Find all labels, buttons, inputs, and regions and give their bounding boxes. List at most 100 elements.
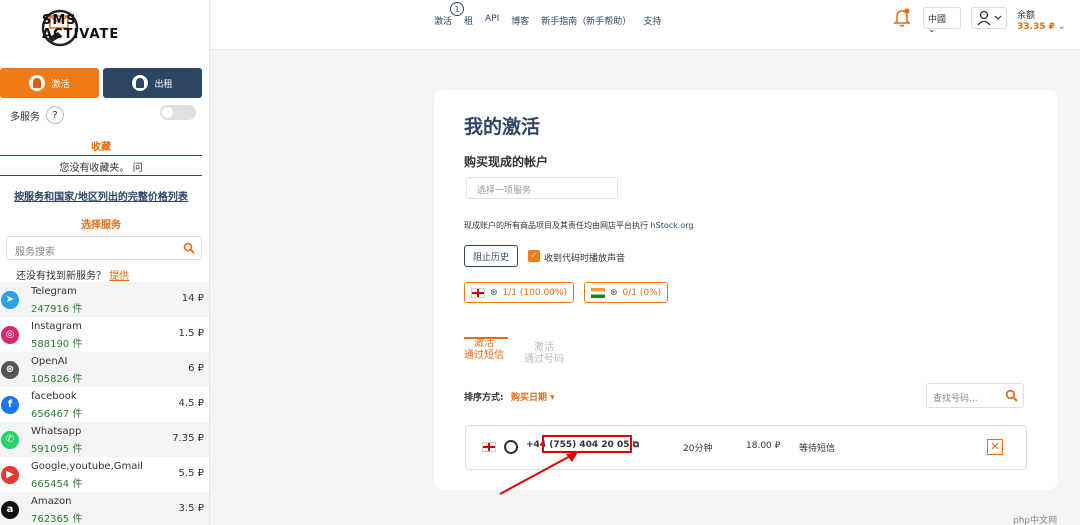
- service-count: 105826 件: [31, 374, 83, 385]
- service-item[interactable]: ➤ Telegram 247916 件 14 ₽: [0, 282, 209, 317]
- openai-icon: ⊛: [1, 360, 19, 379]
- not-found-prompt: 还没有找到新服务？ 提供: [16, 267, 129, 282]
- service-count: 247916 件: [31, 304, 83, 315]
- tab-num-line1: 激活: [534, 342, 554, 353]
- tab-activate-by-number[interactable]: 激活 通过号码: [524, 342, 564, 366]
- tab-rent-label: 出租: [154, 79, 173, 90]
- nav-item[interactable]: 支持: [643, 14, 661, 27]
- service-count: 591095 件: [31, 444, 83, 455]
- stat-england-value: 1/1 (100.00%): [502, 287, 567, 298]
- service-search-placeholder: 服务搜索: [15, 247, 55, 258]
- nav-item[interactable]: 博客: [511, 14, 529, 27]
- sort-value: 购买日期: [511, 393, 548, 403]
- service-price: 7.35 ₽: [172, 433, 204, 444]
- nav-item[interactable]: 租: [464, 14, 473, 27]
- balance-label: 余额: [1017, 11, 1036, 21]
- chevron-down-icon: ⌄: [1058, 22, 1066, 32]
- service-price: 5.5 ₽: [178, 468, 204, 479]
- tab-activate[interactable]: 激活: [0, 68, 99, 98]
- favorites-empty-text: 您没有收藏夹。 问: [59, 163, 143, 174]
- service-price: 14 ₽: [181, 293, 204, 304]
- history-button[interactable]: 阻止历史: [464, 245, 518, 267]
- logo-text: SMS ACTIVATE: [42, 14, 119, 42]
- help-icon[interactable]: ?: [46, 106, 64, 124]
- sort-select[interactable]: 购买日期 ▾: [511, 390, 555, 403]
- tab-activate-label: 激活: [51, 79, 70, 90]
- service-count: 588190 件: [31, 339, 83, 350]
- logo-line1: SMS: [42, 13, 77, 28]
- tab-num-line2: 通过号码: [524, 354, 564, 365]
- sidebar: SMS ACTIVATE 激活 出租 多服务 ? 收藏 您没有收藏夹。 问 按服…: [0, 0, 210, 525]
- main-nav: 激活租 API 博客 新手指南（新手帮助） 支持: [434, 14, 661, 27]
- page-title: 我的激活: [464, 116, 541, 138]
- service-name: Telegram: [31, 286, 77, 297]
- service-count: 762365 件: [31, 514, 83, 525]
- nav-item[interactable]: API: [485, 14, 499, 27]
- price-list-link[interactable]: 按服务和国家/地区列出的完整价格列表: [0, 188, 202, 203]
- number-search-input[interactable]: 查找号码...: [926, 383, 1024, 408]
- service-item[interactable]: ◎ Instagram 588190 件 1.5 ₽: [0, 317, 209, 352]
- service-name: facebook: [31, 391, 77, 402]
- sort-label: 排序方式:: [464, 393, 504, 403]
- hstock-link[interactable]: hStock.org: [651, 221, 694, 230]
- nav-item[interactable]: 激活: [434, 14, 452, 27]
- england-flag-icon: [482, 442, 496, 452]
- search-icon[interactable]: [183, 242, 195, 254]
- service-name: Amazon: [31, 496, 72, 507]
- activate-icon: [29, 75, 46, 91]
- balance-amount: 33.35 ₽: [1017, 22, 1055, 32]
- activation-time: 20分钟: [683, 444, 713, 454]
- notice-text: 现成账户的所有商品项目及其责任均由网店平台执行 hStock.org: [464, 220, 693, 231]
- language-select[interactable]: 中國 ⌄: [923, 7, 961, 35]
- suggest-link[interactable]: 提供: [109, 271, 129, 282]
- tab-rent[interactable]: 出租: [103, 68, 202, 98]
- youtube-icon: ▶: [1, 465, 19, 484]
- whatsapp-icon: ✆: [1, 430, 19, 449]
- stat-india-value: 0/1 (0%): [622, 287, 662, 298]
- service-count: 665454 件: [31, 479, 83, 490]
- stat-india[interactable]: ⊛ 0/1 (0%): [584, 282, 669, 303]
- stat-england[interactable]: ⊛ 1/1 (100.00%): [464, 282, 574, 303]
- nav-item[interactable]: 新手指南（新手帮助）: [541, 14, 631, 27]
- tab-sms-line1: 激活: [474, 338, 494, 349]
- service-search-input[interactable]: 服务搜索: [6, 236, 202, 260]
- service-item[interactable]: ⊛ OpenAI 105826 件 6 ₽: [0, 352, 209, 387]
- multi-service-label: 多服务: [10, 111, 40, 123]
- bell-icon[interactable]: [893, 8, 911, 28]
- sound-checkbox[interactable]: ✓: [528, 250, 540, 262]
- balance-value[interactable]: 33.35 ₽ ⌄: [1017, 22, 1066, 32]
- chevron-down-icon: ⌄: [928, 25, 936, 35]
- tab-activate-by-sms[interactable]: 激活 通过短信: [464, 338, 504, 362]
- service-item[interactable]: ▶ Google,youtube,Gmail 665454 件 5.5 ₽: [0, 457, 209, 492]
- activation-status: 等待短信: [799, 444, 836, 454]
- service-name: Instagram: [31, 321, 82, 332]
- user-menu-button[interactable]: [971, 7, 1007, 29]
- service-price: 1.5 ₽: [178, 328, 204, 339]
- service-price: 4.5 ₽: [178, 398, 204, 409]
- cancel-icon[interactable]: ✕: [987, 439, 1003, 455]
- copy-icon[interactable]: ⧉: [633, 440, 639, 450]
- service-list: ➤ Telegram 247916 件 14 ₽ ◎ Instagram 588190 件 1…: [0, 282, 209, 525]
- logo-line2: ACTIVATE: [42, 27, 120, 42]
- service-picker[interactable]: 选择一项服务: [466, 177, 618, 199]
- service-item[interactable]: a Amazon 762365 件 3.5 ₽: [0, 492, 209, 525]
- rent-icon: [132, 75, 149, 91]
- notice-body: 现成账户的所有商品项目及其责任均由网店平台执行: [464, 221, 648, 230]
- activations-card: 我的激活 购买现成的帐户 选择一项服务 现成账户的所有商品项目及其责任均由网店平…: [434, 90, 1058, 490]
- favorites-title: 收藏: [91, 142, 111, 153]
- telegram-icon: ➤: [1, 290, 19, 309]
- service-item[interactable]: f facebook 656467 件 4.5 ₽: [0, 387, 209, 422]
- multi-service: 多服务 ?: [10, 106, 64, 124]
- service-name: Google,youtube,Gmail: [31, 461, 143, 472]
- service-count: 656467 件: [31, 409, 83, 420]
- tab-sms-line2: 通过短信: [464, 350, 504, 361]
- choose-service-title: 选择服务: [81, 220, 121, 231]
- openai-icon: ⊛: [610, 287, 618, 298]
- not-found-text: 还没有找到新服务？: [16, 271, 106, 282]
- multi-service-toggle[interactable]: [160, 105, 196, 120]
- service-item[interactable]: ✆ Whatsapp 591095 件 7.35 ₽: [0, 422, 209, 457]
- instagram-icon: ◎: [1, 325, 19, 344]
- search-icon[interactable]: [1005, 389, 1018, 402]
- facebook-icon: f: [1, 395, 19, 414]
- england-flag-icon: [471, 287, 485, 298]
